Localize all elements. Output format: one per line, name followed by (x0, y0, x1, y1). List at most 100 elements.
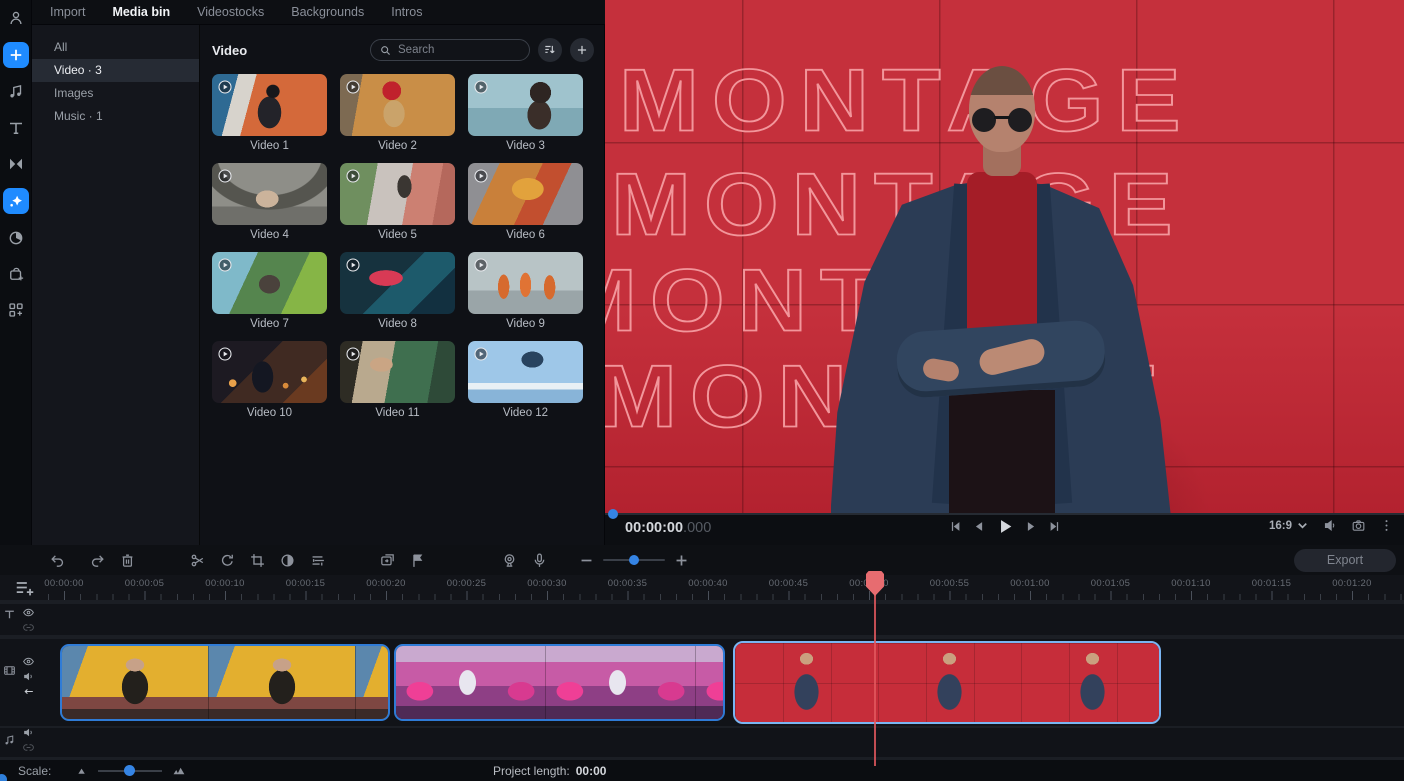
media-item-video-1[interactable]: Video 1 (212, 74, 327, 154)
preview-menu-button[interactable] (1379, 518, 1394, 533)
undo-button[interactable] (42, 547, 72, 573)
scale-slider-handle[interactable] (124, 765, 135, 776)
timeline-ruler[interactable]: 00:00:0000:00:0500:00:1000:00:1500:00:20… (0, 575, 1404, 600)
redo-button[interactable] (82, 547, 112, 573)
titles-icon[interactable] (4, 116, 28, 140)
video-track-mute-icon[interactable] (22, 670, 35, 683)
scroll-dot[interactable] (0, 774, 7, 781)
menu-tab-videostocks[interactable]: Videostocks (197, 5, 264, 19)
search-input[interactable] (398, 44, 508, 56)
menu-tab-import[interactable]: Import (50, 5, 85, 19)
filters-button[interactable] (302, 547, 332, 573)
zoom-slider-handle[interactable] (629, 555, 639, 565)
audio-track-mute-icon[interactable] (22, 726, 35, 739)
media-item-video-9[interactable]: Video 9 (468, 252, 583, 332)
add-media-icon[interactable] (3, 42, 29, 68)
scale-max-icon[interactable] (172, 764, 187, 777)
snapshot-button[interactable] (1351, 518, 1366, 533)
stickers-icon[interactable] (4, 262, 28, 286)
video-thumbnail[interactable] (340, 341, 455, 403)
clip-yellow-dance[interactable] (60, 644, 390, 721)
category-video-3[interactable]: Video · 3 (32, 59, 199, 82)
media-item-video-5[interactable]: Video 5 (340, 163, 455, 243)
color-adjust-button[interactable] (272, 547, 302, 573)
media-item-video-7[interactable]: Video 7 (212, 252, 327, 332)
cut-button[interactable] (182, 547, 212, 573)
zoom-in-icon[interactable] (673, 552, 690, 569)
export-button[interactable]: Export (1294, 549, 1396, 572)
overlay-button[interactable] (372, 547, 402, 573)
preview-seek-bar[interactable] (605, 513, 1404, 515)
skip-start-button[interactable] (947, 519, 962, 534)
prev-frame-button[interactable] (971, 519, 986, 534)
title-track-link-icon[interactable] (22, 621, 35, 634)
media-item-video-10[interactable]: Video 10 (212, 341, 327, 421)
video-thumbnail[interactable] (468, 163, 583, 225)
category-music-1[interactable]: Music · 1 (32, 105, 199, 128)
scale-min-icon[interactable] (77, 765, 88, 776)
video-thumbnail[interactable] (212, 341, 327, 403)
audio-track-link-icon[interactable] (22, 741, 35, 754)
next-frame-button[interactable] (1023, 519, 1038, 534)
webcam-button[interactable] (494, 547, 524, 573)
audio-icon[interactable] (4, 80, 28, 104)
video-thumbnail[interactable] (468, 74, 583, 136)
media-item-video-8[interactable]: Video 8 (340, 252, 455, 332)
zoom-slider[interactable] (603, 559, 665, 561)
delete-button[interactable] (112, 547, 142, 573)
sort-button[interactable] (538, 38, 562, 62)
title-track[interactable] (0, 604, 1404, 635)
video-label: Video 4 (212, 225, 327, 243)
media-item-video-11[interactable]: Video 11 (340, 341, 455, 421)
video-thumbnail[interactable] (468, 252, 583, 314)
account-icon[interactable] (4, 6, 28, 30)
media-item-video-6[interactable]: Video 6 (468, 163, 583, 243)
video-thumbnail[interactable] (212, 163, 327, 225)
menu-tab-backgrounds[interactable]: Backgrounds (291, 5, 364, 19)
clip-red-montage[interactable] (733, 641, 1161, 724)
rotate-button[interactable] (212, 547, 242, 573)
video-track-arrow-icon[interactable] (22, 685, 35, 698)
record-audio-button[interactable] (524, 547, 554, 573)
video-thumbnail[interactable] (212, 252, 327, 314)
skip-end-button[interactable] (1047, 519, 1062, 534)
add-track-button[interactable] (14, 577, 36, 599)
media-item-video-3[interactable]: Video 3 (468, 74, 583, 154)
preview-player[interactable]: MONTAGEMONTAGEMONTAGEMONTAGE (605, 0, 1404, 513)
zoom-out-icon[interactable] (578, 552, 595, 569)
video-thumbnail[interactable] (212, 74, 327, 136)
video-thumbnail[interactable] (340, 252, 455, 314)
add-file-button[interactable] (570, 38, 594, 62)
audio-track[interactable] (0, 728, 1404, 757)
aspect-ratio-dropdown[interactable]: 16:9 (1269, 518, 1310, 533)
category-images[interactable]: Images (32, 82, 199, 105)
category-all[interactable]: All (32, 36, 199, 59)
effects-icon[interactable] (3, 188, 29, 214)
title-track-visibility-icon[interactable] (22, 606, 35, 619)
scale-slider[interactable] (98, 770, 162, 772)
timer-icon[interactable] (4, 226, 28, 250)
media-bin-categories: AllVideo · 3ImagesMusic · 1 (32, 25, 200, 545)
seek-handle[interactable] (608, 509, 618, 519)
menu-tab-intros[interactable]: Intros (391, 5, 422, 19)
play-button[interactable] (995, 517, 1014, 536)
more-tools-icon[interactable] (4, 298, 28, 322)
timeline[interactable] (0, 600, 1404, 760)
marker-flag-button[interactable] (402, 547, 432, 573)
media-item-video-12[interactable]: Video 12 (468, 341, 583, 421)
media-item-video-4[interactable]: Video 4 (212, 163, 327, 243)
transitions-icon[interactable] (4, 152, 28, 176)
playhead-line[interactable] (874, 594, 876, 766)
search-box[interactable] (370, 39, 530, 61)
crop-button[interactable] (242, 547, 272, 573)
menu-tabs: Import Media bin Videostocks Backgrounds Int… (50, 5, 423, 19)
clip-pink-neon[interactable] (394, 644, 725, 721)
play-icon (345, 257, 361, 273)
video-track-visibility-icon[interactable] (22, 655, 35, 668)
media-item-video-2[interactable]: Video 2 (340, 74, 455, 154)
menu-tab-media-bin[interactable]: Media bin (112, 5, 170, 19)
video-thumbnail[interactable] (340, 74, 455, 136)
volume-button[interactable] (1323, 518, 1338, 533)
video-thumbnail[interactable] (468, 341, 583, 403)
video-thumbnail[interactable] (340, 163, 455, 225)
